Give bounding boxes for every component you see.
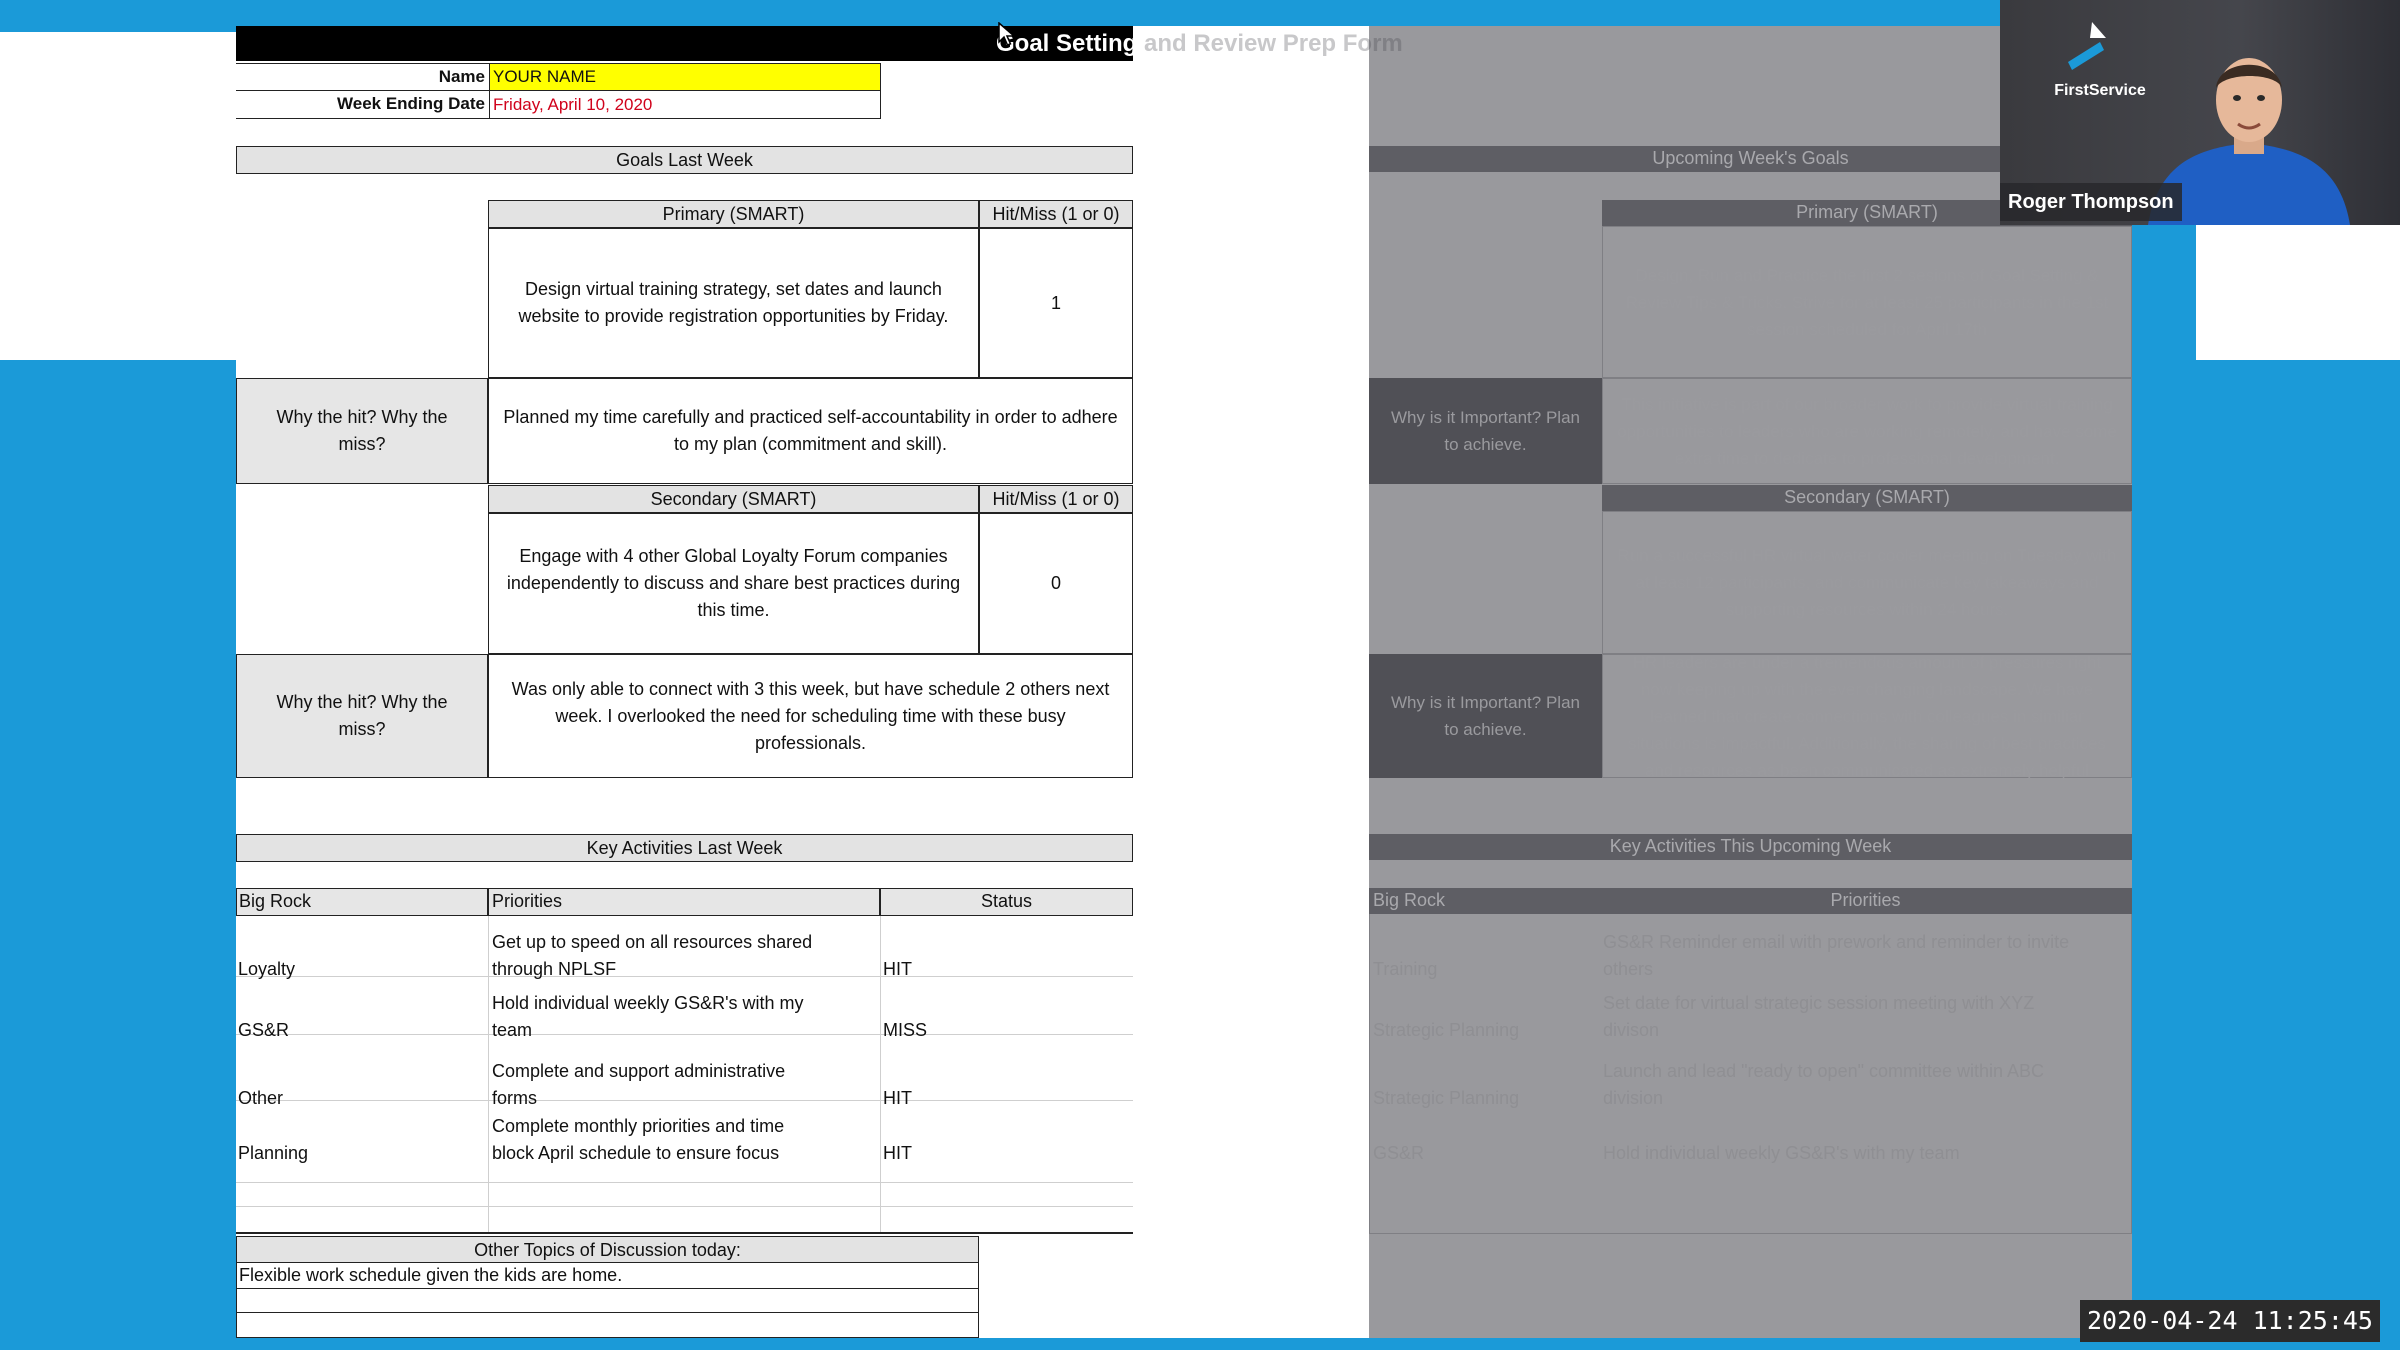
form-title-visible: Goal Setting <box>996 30 1138 57</box>
white-background-left <box>0 32 236 360</box>
name-label: Name <box>236 63 489 91</box>
activity-priority[interactable]: through NPLSF <box>492 956 616 983</box>
activity-status[interactable]: MISS <box>883 1017 927 1044</box>
upcoming-activity-priority[interactable]: Set date for virtual strategic session m… <box>1603 990 2034 1017</box>
activity-priority[interactable]: forms <box>492 1085 537 1112</box>
row-divider <box>236 1100 1133 1101</box>
upcoming-col-priorities: Priorities <box>1599 888 2132 914</box>
activity-rock[interactable]: GS&R <box>238 1017 289 1044</box>
upcoming-why-label: Why is it Important? Plan to achieve. <box>1369 378 1602 484</box>
goals-last-week-header: Goals Last Week <box>236 146 1133 174</box>
key-activities-last-header: Key Activities Last Week <box>236 834 1133 862</box>
activity-priority[interactable]: Complete monthly priorities and time <box>492 1113 784 1140</box>
activity-priority[interactable]: block April schedule to ensure focus <box>492 1140 779 1167</box>
primary-smart-header: Primary (SMART) <box>488 200 979 228</box>
week-ending-label: Week Ending Date <box>236 91 489 119</box>
upcoming-primary-why-cell[interactable]: This initiative is part of our broader w… <box>1602 378 2132 484</box>
hit-miss-header: Hit/Miss (1 or 0) <box>979 200 1133 228</box>
primary-why-cell[interactable]: Planned my time carefully and practiced … <box>488 378 1133 484</box>
why-hit-label: Why the hit? Why the miss? <box>236 378 488 484</box>
secondary-goal-cell[interactable]: Engage with 4 other Global Loyalty Forum… <box>488 513 979 654</box>
secondary-smart-header: Secondary (SMART) <box>488 485 979 513</box>
mouse-cursor-icon <box>998 22 1016 46</box>
activity-status[interactable]: HIT <box>883 956 912 983</box>
row-divider <box>236 1034 1133 1035</box>
spreadsheet-form: Goal Setting and Review Prep Form Name Y… <box>236 26 2132 1338</box>
primary-hit-cell[interactable]: 1 <box>979 228 1133 378</box>
row-divider <box>236 976 1133 977</box>
col-status: Status <box>880 888 1133 916</box>
form-title-faded: and Review Prep Form <box>1137 30 1403 57</box>
upcoming-activity-priority[interactable]: division <box>1603 1085 1663 1112</box>
activity-rock[interactable]: Loyalty <box>238 956 295 983</box>
other-topics-header: Other Topics of Discussion today: <box>236 1236 979 1263</box>
week-ending-field[interactable]: Friday, April 10, 2020 <box>489 91 881 119</box>
col-divider-1 <box>488 916 489 1234</box>
upcoming-col-big-rock: Big Rock <box>1369 888 1599 914</box>
secondary-hit-miss-header: Hit/Miss (1 or 0) <box>979 485 1133 513</box>
table-bottom-border <box>236 1232 1133 1234</box>
upcoming-activity-rock[interactable]: GS&R <box>1373 1140 1424 1167</box>
name-field[interactable]: YOUR NAME <box>489 63 881 91</box>
white-background-right <box>2196 225 2400 360</box>
activity-priority[interactable]: Hold individual weekly GS&R's with my <box>492 990 804 1017</box>
upcoming-activity-priority[interactable]: divison <box>1603 1017 1659 1044</box>
activity-priority[interactable]: Get up to speed on all resources shared <box>492 929 812 956</box>
secondary-why-cell[interactable]: Was only able to connect with 3 this wee… <box>488 654 1133 778</box>
participant-name-label: Roger Thompson <box>2000 183 2182 221</box>
other-topics-blank-row[interactable] <box>236 1289 979 1313</box>
form-title: Goal Setting and Review Prep Form <box>996 30 1403 58</box>
other-topics-text[interactable]: Flexible work schedule given the kids ar… <box>236 1263 979 1289</box>
upcoming-activity-priority[interactable]: others <box>1603 956 1653 983</box>
col-priorities: Priorities <box>488 888 880 916</box>
upcoming-activity-priority[interactable]: Launch and lead "ready to open" committe… <box>1603 1058 2044 1085</box>
firstservice-logo-icon <box>2068 22 2106 70</box>
video-tile[interactable]: FirstService Roger Thompson <box>2000 0 2400 225</box>
upcoming-primary-cell[interactable]: Design, Run and Practice the first 2 ses… <box>1602 226 2132 378</box>
upcoming-secondary-cell[interactable]: Run a successful HR virtual water cooler… <box>1602 511 2132 654</box>
upcoming-activity-priority[interactable]: Hold individual weekly GS&R's with my te… <box>1603 1140 1960 1167</box>
activity-status[interactable]: HIT <box>883 1085 912 1112</box>
key-activities-upcoming-header: Key Activities This Upcoming Week <box>1369 834 2132 860</box>
activity-priority[interactable]: Complete and support administrative <box>492 1058 785 1085</box>
other-topics-blank-row[interactable] <box>236 1313 979 1338</box>
col-big-rock: Big Rock <box>236 888 488 916</box>
upcoming-activity-rock[interactable]: Strategic Planning <box>1373 1085 1519 1112</box>
row-divider <box>236 1206 1133 1207</box>
row-divider <box>236 1182 1133 1183</box>
primary-goal-cell[interactable]: Design virtual training strategy, set da… <box>488 228 979 378</box>
upcoming-secondary-why-cell[interactable]: HR leaders are under a tremendous amount… <box>1602 653 2132 780</box>
upcoming-activity-rock[interactable]: Strategic Planning <box>1373 1017 1519 1044</box>
secondary-hit-cell[interactable]: 0 <box>979 513 1133 654</box>
activity-rock[interactable]: Other <box>238 1085 283 1112</box>
upcoming-activity-priority[interactable]: GS&R Reminder email with prework and rem… <box>1603 929 2069 956</box>
secondary-why-hit-label: Why the hit? Why the miss? <box>236 654 488 778</box>
activity-priority[interactable]: team <box>492 1017 532 1044</box>
activity-status[interactable]: HIT <box>883 1140 912 1167</box>
col-divider-2 <box>880 916 881 1234</box>
upcoming-activity-rock[interactable]: Training <box>1373 956 1437 983</box>
activity-rock[interactable]: Planning <box>238 1140 308 1167</box>
upcoming-secondary-header: Secondary (SMART) <box>1602 485 2132 511</box>
upcoming-secondary-why-label: Why is it Important? Plan to achieve. <box>1369 654 1602 778</box>
timestamp-overlay: 2020-04-24 11:25:45 <box>2080 1300 2380 1342</box>
